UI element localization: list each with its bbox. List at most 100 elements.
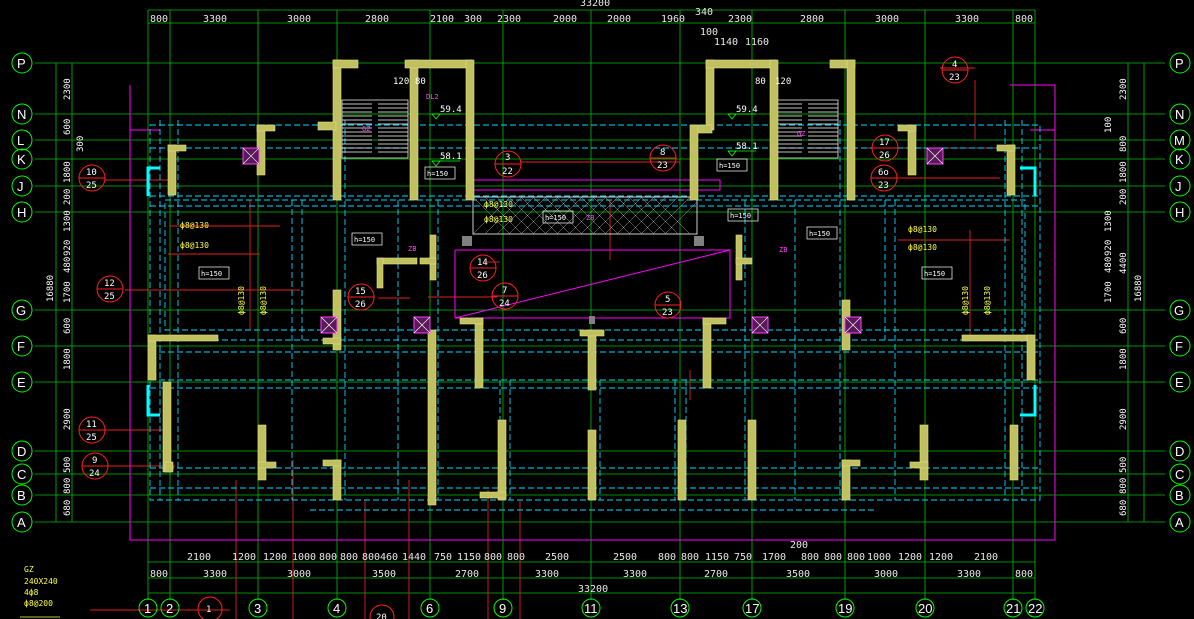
- wall: [332, 59, 359, 69]
- wall: [257, 461, 277, 469]
- dim-text: 2500: [613, 552, 637, 563]
- slab-height-labels: h=150 h=150 h=150 h=150 h=150 h=150 h=15…: [198, 158, 953, 280]
- dim-text: 800: [681, 552, 699, 563]
- dim-text: 3500: [786, 569, 810, 580]
- dim-text: 3300: [623, 569, 647, 580]
- dim-text: 800: [824, 552, 842, 563]
- dim-text: 920: [1104, 240, 1114, 256]
- level-text: 59.4: [736, 105, 758, 115]
- dim-text: 3300: [955, 14, 979, 25]
- dim-text: 1800: [63, 348, 73, 370]
- dim-text: 600: [63, 119, 73, 135]
- axis-label: K: [17, 152, 26, 167]
- dim-text: 800: [63, 478, 73, 494]
- dim-text: 3300: [957, 569, 981, 580]
- level-text: 58.1: [440, 152, 462, 162]
- column: [844, 316, 862, 334]
- dim-text: 800: [1119, 136, 1129, 152]
- dim-text: 750: [734, 552, 752, 563]
- column-legend: GZ 240X240 4ф8 ф8@200: [20, 565, 60, 618]
- level-triangle: [431, 160, 441, 167]
- axis-label: P: [1175, 56, 1184, 71]
- slab-tag: h=150: [201, 270, 222, 278]
- structural-floor-plan[interactable]: P N L K J H G F E D C B A P N M K J H G …: [0, 0, 1194, 619]
- dim-text: 800: [1119, 478, 1129, 494]
- center-mark: 340: [695, 7, 713, 18]
- dim-text: 2700: [455, 569, 479, 580]
- wall: [897, 124, 917, 132]
- dim-text: 800: [150, 14, 168, 25]
- cad-drawing-viewport[interactable]: P N L K J H G F E D C B A P N M K J H G …: [0, 0, 1194, 619]
- columns: [242, 147, 944, 334]
- dim-text: 1200: [898, 552, 922, 563]
- wall: [317, 121, 337, 131]
- axis-label: B: [1175, 488, 1184, 503]
- axis-label: 22: [1028, 601, 1042, 616]
- wall: [735, 234, 743, 281]
- axis-bubbles-left: [11, 52, 33, 533]
- dim-text: 480: [1104, 257, 1114, 273]
- svg-text:23: 23: [878, 181, 889, 191]
- tag: ZB: [408, 245, 416, 253]
- rebar-label: ф8@130: [180, 221, 209, 230]
- dim-text: 1000: [867, 552, 891, 563]
- legend-line: 4ф8: [24, 588, 39, 597]
- axis-label: 4: [333, 601, 340, 616]
- axis-bubbles-right: [1169, 52, 1191, 533]
- axis-label: D: [17, 444, 26, 459]
- dim-text: 800: [1015, 569, 1033, 580]
- dim-text: 800: [484, 552, 502, 563]
- dim-text: 2300: [63, 78, 73, 100]
- axis-label: 3: [254, 601, 261, 616]
- marker-4: 423: [941, 56, 969, 84]
- wall: [162, 381, 172, 473]
- wall: [256, 124, 276, 132]
- svg-text:26: 26: [477, 271, 488, 281]
- dim-text: 800: [150, 569, 168, 580]
- dim-text: 1800: [1119, 161, 1129, 183]
- right-dimensions: 2300 100 800 1800 200 1300 920 480 1700 …: [1104, 78, 1144, 516]
- wall: [677, 419, 687, 501]
- slab-tag: h=150: [354, 236, 375, 244]
- axis-label: M: [1174, 133, 1185, 148]
- axis-label: 21: [1006, 601, 1020, 616]
- dim-text: 460: [380, 552, 398, 563]
- dim-text: 3000: [287, 569, 311, 580]
- wall: [689, 124, 699, 201]
- dim-text: 1200: [263, 552, 287, 563]
- level-triangle: [727, 113, 737, 120]
- axis-label: 6: [426, 601, 433, 616]
- center-sub: 1160: [745, 37, 769, 48]
- legend-line: 240X240: [24, 577, 58, 586]
- svg-text:25: 25: [104, 292, 115, 302]
- slab-tag: h=150: [427, 170, 448, 178]
- beam-box: [164, 199, 1026, 331]
- axis-label: A: [17, 515, 26, 530]
- svg-text:24: 24: [499, 299, 510, 309]
- grid-lines: [35, 9, 1165, 600]
- dim-text: 680: [63, 500, 73, 516]
- dim-text: 300: [464, 14, 482, 25]
- wall: [479, 491, 507, 499]
- wall: [474, 317, 484, 389]
- wall: [427, 329, 437, 506]
- slab-tag: h=150: [719, 162, 740, 170]
- dim-text: 2900: [63, 408, 73, 430]
- dim-text: 2100: [974, 552, 998, 563]
- dim-text: 500: [63, 457, 73, 473]
- dim-text: 3500: [372, 569, 396, 580]
- level-text: 59.4: [440, 105, 462, 115]
- rebar-label: ф8@130: [961, 286, 970, 315]
- dim-text: 680: [1119, 500, 1129, 516]
- rebar-label: ф8@130: [908, 225, 937, 234]
- wall: [404, 59, 473, 69]
- svg-text:1: 1: [206, 605, 211, 615]
- wall: [747, 419, 757, 501]
- axis-label: E: [1175, 375, 1184, 390]
- balcony-edge: [146, 166, 160, 196]
- top-dimensions: 33200 800 3300 3000 2800 2100 300 2300 2…: [150, 0, 1033, 48]
- left-dimensions: 2300 600 300 1800 200 1300 920 480 1700 …: [46, 78, 86, 516]
- marker-5: 523: [654, 291, 682, 319]
- rebar-label: ф8@130: [983, 286, 992, 315]
- slab-tag: h=150: [924, 270, 945, 278]
